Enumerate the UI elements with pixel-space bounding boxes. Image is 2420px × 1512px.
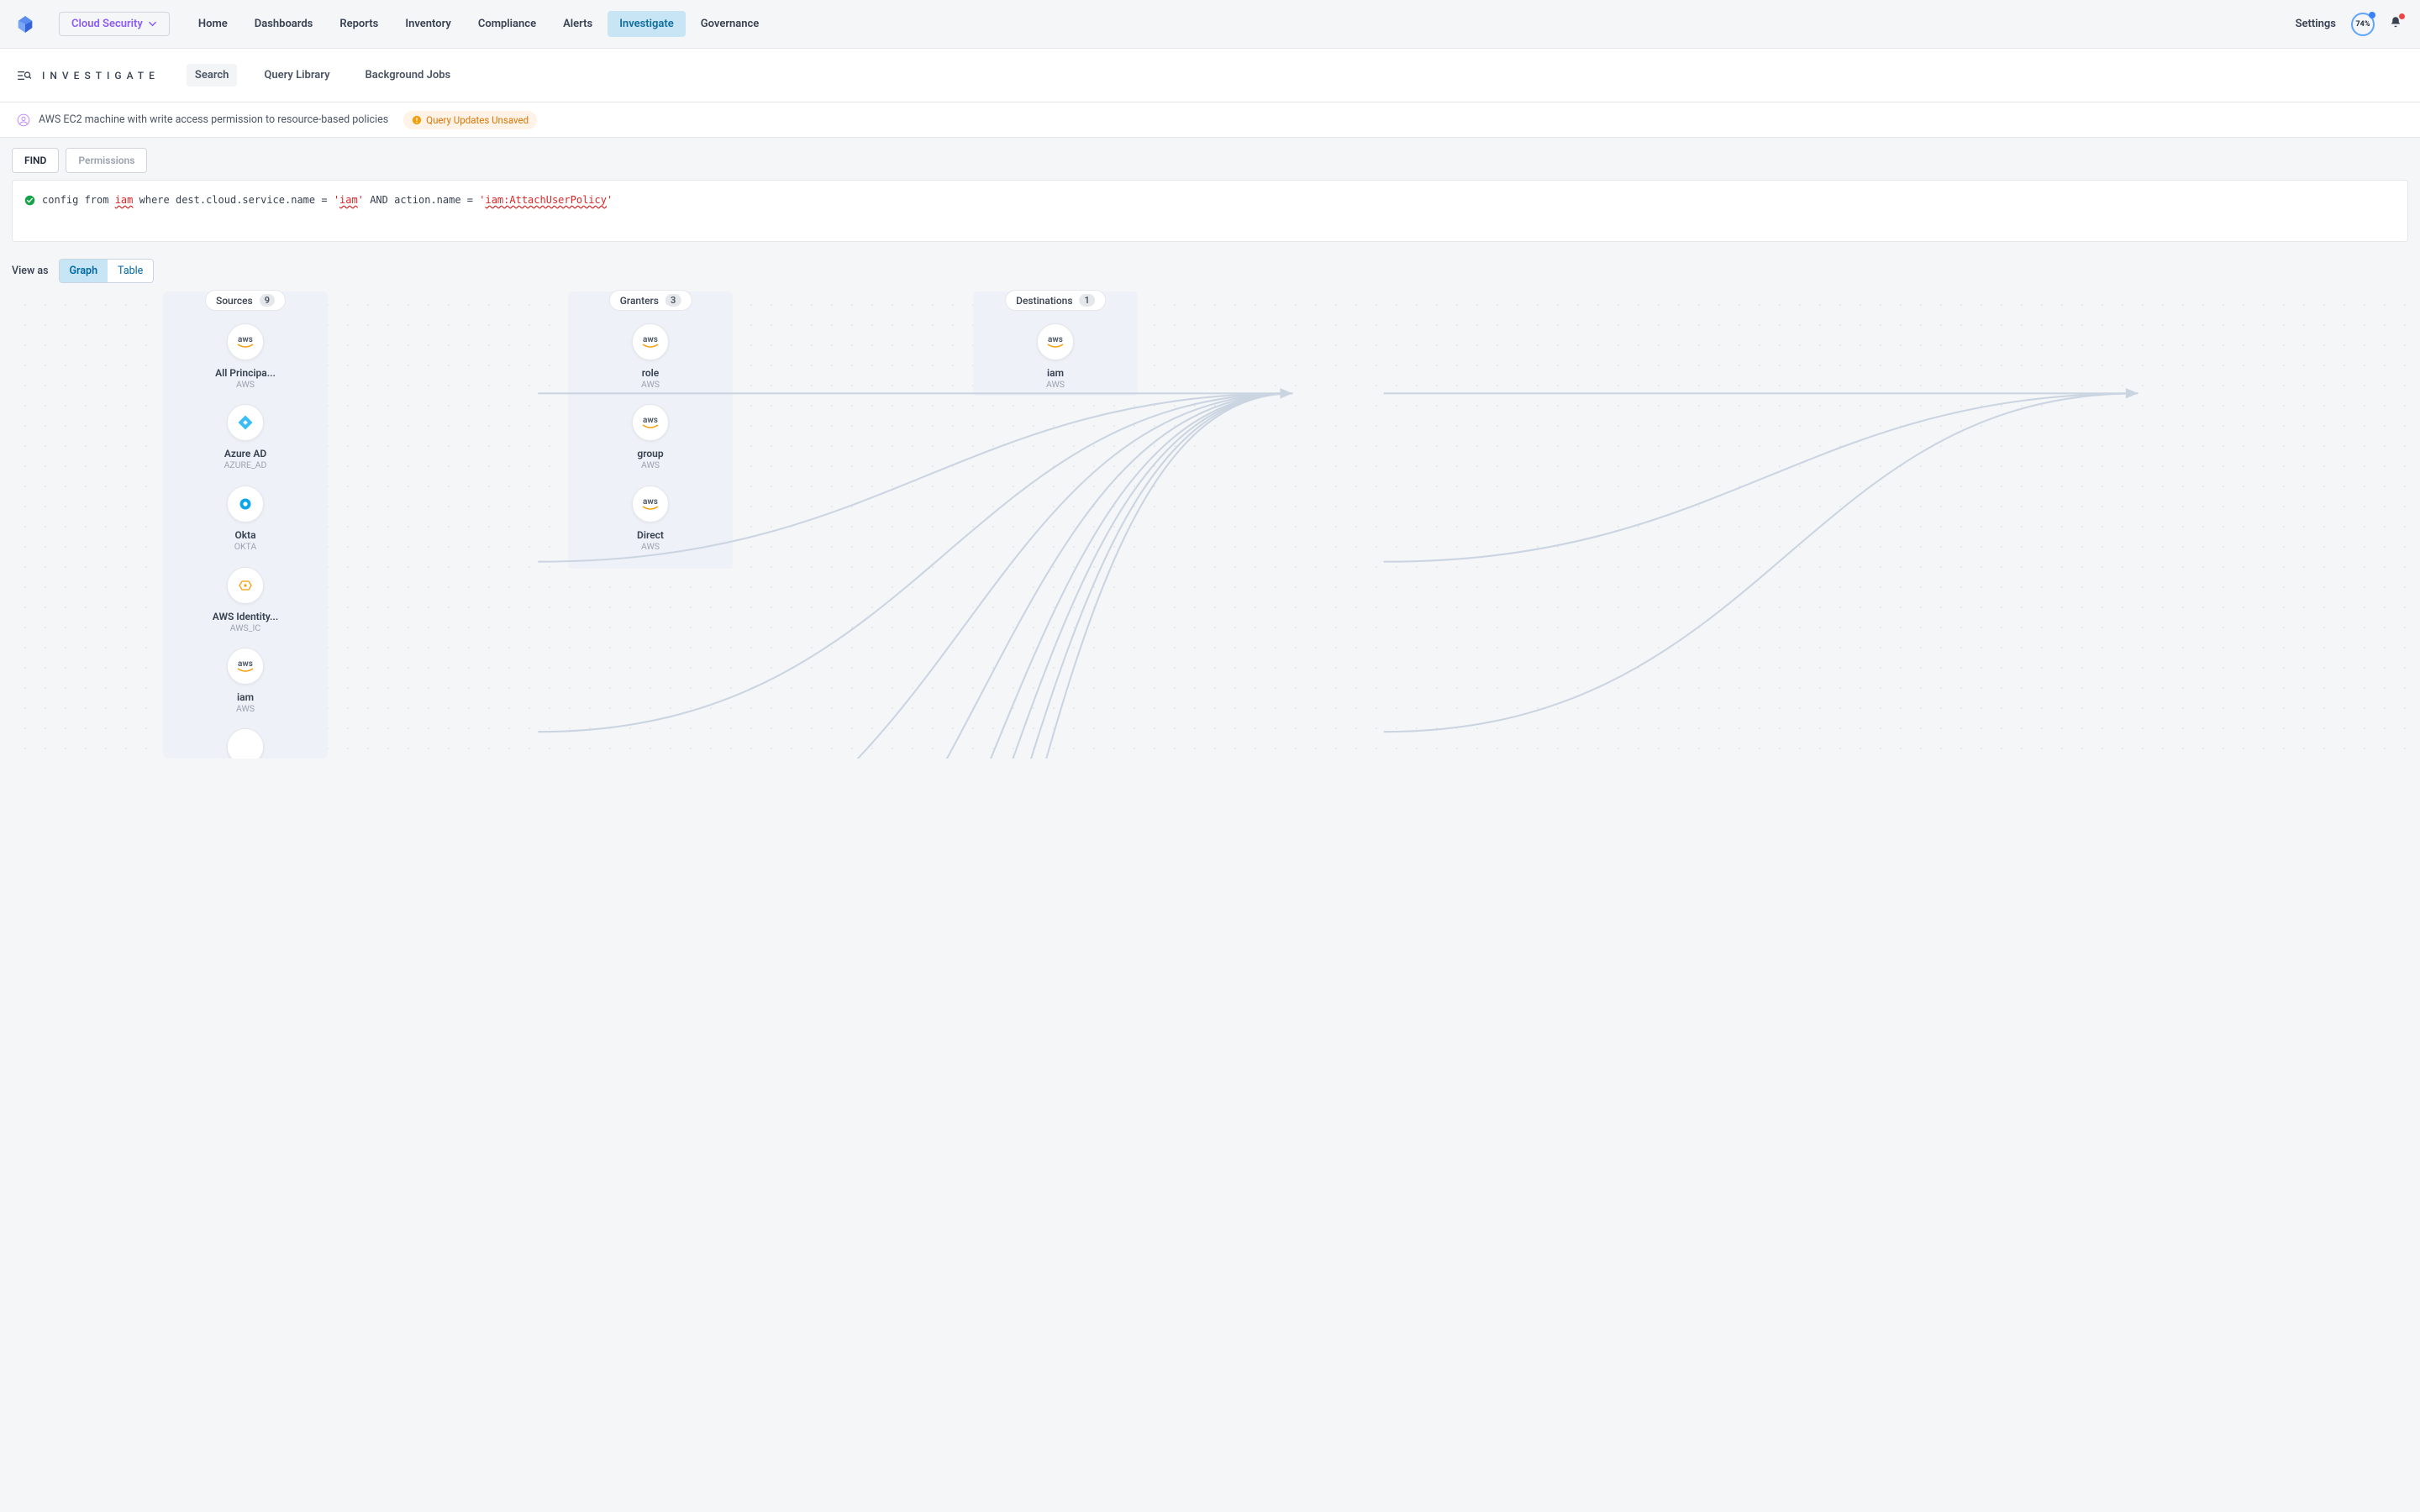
destinations-header: Destinations 1 [1005,290,1106,311]
node-granter-role[interactable]: aws role AWS [600,323,701,390]
investigate-icon [17,70,32,81]
query-text: config from iam where dest.cloud.service… [42,194,613,206]
nav-investigate[interactable]: Investigate [608,11,686,37]
okta-icon [239,497,252,511]
main-nav: Home Dashboards Reports Inventory Compli… [187,11,771,37]
aws-icon: aws [234,659,256,674]
view-graph[interactable]: Graph [60,260,108,282]
node-source-all-principals[interactable]: aws All Principa... AWS [195,323,296,390]
nav-inventory[interactable]: Inventory [393,11,463,37]
node-granter-group[interactable]: aws group AWS [600,404,701,470]
saved-query-name: AWS EC2 machine with write access permis… [39,113,388,126]
svg-text:aws: aws [643,335,658,344]
node-source-more[interactable] [195,728,296,759]
notification-bell[interactable] [2388,15,2403,34]
aws-icon: aws [639,496,661,512]
query-tab-find[interactable]: FIND [12,148,59,173]
module-label: Cloud Security [71,18,143,30]
query-editor[interactable]: config from iam where dest.cloud.service… [12,180,2408,242]
app-logo [17,15,34,34]
azure-icon [238,415,253,430]
aws-icon: aws [639,334,661,349]
column-destinations: Destinations 1 aws iam AWS [973,291,1138,396]
unsaved-badge: Query Updates Unsaved [403,111,537,129]
chevron-down-icon [148,19,157,29]
view-table[interactable]: Table [108,260,153,282]
viewas-label: View as [12,265,49,277]
aws-identity-icon [237,579,254,592]
subnav-query-library[interactable]: Query Library [255,64,338,87]
node-source-azure-ad[interactable]: Azure AD AZURE_AD [195,404,296,470]
aws-icon: aws [1044,334,1066,349]
module-selector[interactable]: Cloud Security [59,12,170,36]
node-source-aws-identity[interactable]: AWS Identity... AWS_IC [195,567,296,633]
nav-governance[interactable]: Governance [689,11,771,37]
granters-header: Granters 3 [609,290,692,311]
svg-text:aws: aws [238,659,253,669]
node-source-okta[interactable]: Okta OKTA [195,486,296,552]
info-icon [412,115,422,125]
nav-dashboards[interactable]: Dashboards [243,11,325,37]
bell-icon [2388,15,2403,30]
sources-header: Sources 9 [205,290,286,311]
subnav-background-jobs[interactable]: Background Jobs [357,64,460,87]
settings-link[interactable]: Settings [2296,18,2336,30]
svg-text:aws: aws [238,335,253,344]
query-tab-permissions[interactable]: Permissions [66,148,147,173]
nav-reports[interactable]: Reports [328,11,390,37]
svg-text:aws: aws [643,416,658,425]
valid-check-icon [24,195,35,206]
svg-text:aws: aws [643,497,658,507]
column-sources: Sources 9 aws All Principa... AWS Azure … [163,291,328,759]
subnav-search[interactable]: Search [187,64,238,87]
node-granter-direct[interactable]: aws Direct AWS [600,486,701,552]
aws-icon: aws [234,334,256,349]
progress-badge[interactable]: 74% [2351,13,2375,36]
aws-icon: aws [639,415,661,430]
node-source-iam[interactable]: aws iam AWS [195,648,296,714]
graph-background [12,288,2408,759]
node-dest-iam[interactable]: aws iam AWS [1005,323,1106,390]
subnav-title: INVESTIGATE [42,70,160,81]
nav-home[interactable]: Home [187,11,239,37]
user-icon [17,113,30,127]
nav-compliance[interactable]: Compliance [466,11,548,37]
nav-alerts[interactable]: Alerts [551,11,604,37]
svg-text:aws: aws [1048,335,1063,344]
column-granters: Granters 3 aws role AWS aws group AWS aw… [568,291,733,569]
